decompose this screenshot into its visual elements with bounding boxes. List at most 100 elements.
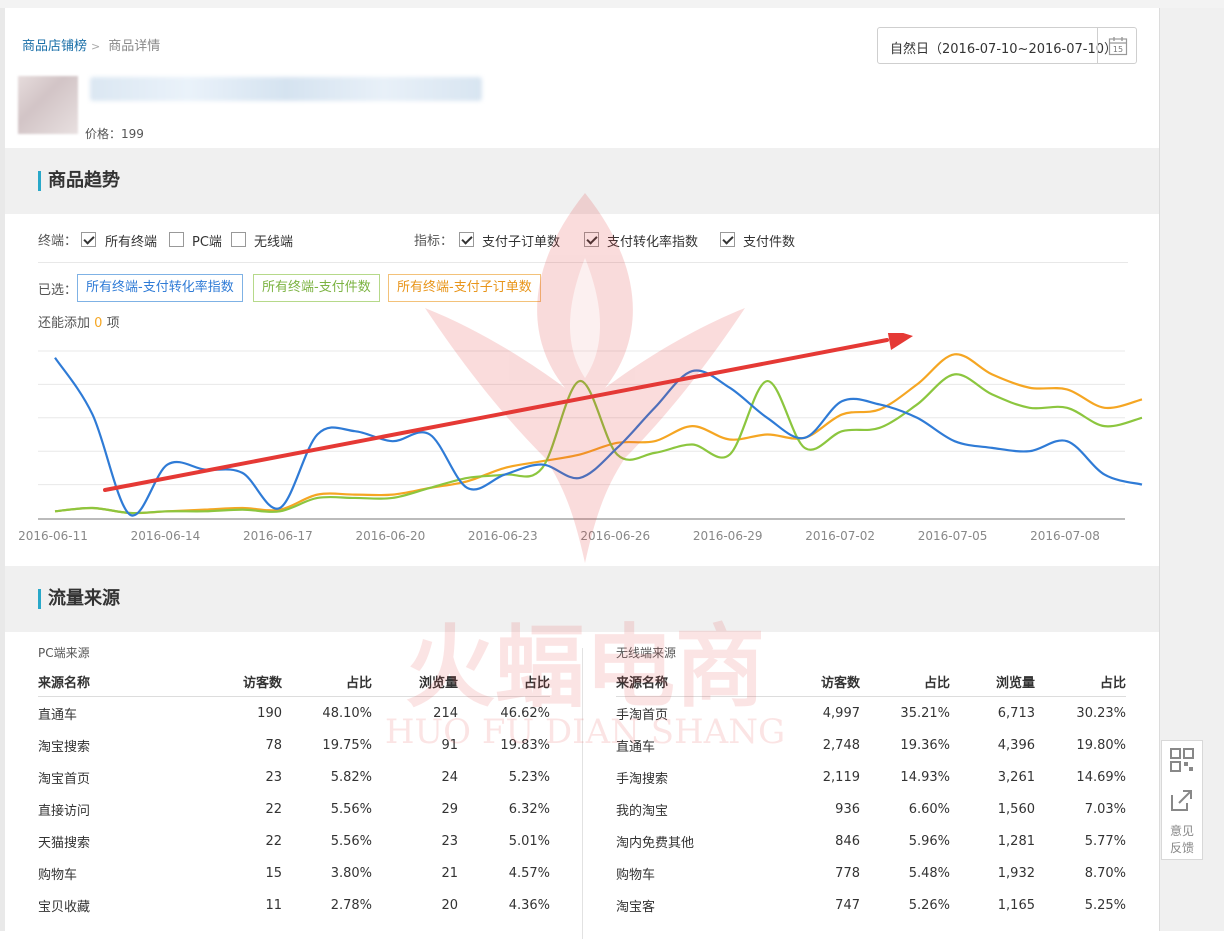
product-price: 价格：199 <box>85 127 144 141</box>
table-row[interactable]: 淘宝客 747 5.26% 1,165 5.25% <box>616 889 1126 921</box>
table-header-row: 来源名称 访客数 占比 浏览量 占比 <box>616 667 1126 697</box>
column-header[interactable]: 访客数 <box>158 667 282 697</box>
x-tick-label: 2016-06-29 <box>693 529 763 543</box>
calendar-button[interactable]: 15 <box>1097 28 1136 63</box>
table-cell: 6,713 <box>997 705 1035 721</box>
table-cell: 14.69% <box>1076 769 1126 785</box>
annotation-arrowhead-icon <box>887 333 913 350</box>
table-cell: 淘宝首页 <box>38 771 91 787</box>
selected-tag-suborders[interactable]: 所有终端-支付子订单数 <box>388 274 541 302</box>
share-icon[interactable] <box>1169 787 1195 813</box>
terminal-checkbox-wireless[interactable] <box>231 232 246 247</box>
date-range-picker[interactable]: 自然日（2016-07-10~2016-07-10） 15 <box>877 27 1137 64</box>
table-cell: 5.56% <box>330 801 372 817</box>
table-row[interactable]: 淘内免费其他 846 5.96% 1,281 5.77% <box>616 825 1126 857</box>
table-row[interactable]: 直接访问 22 5.56% 29 6.32% <box>38 793 550 825</box>
table-row[interactable]: 我的淘宝 936 6.60% 1,560 7.03% <box>616 793 1126 825</box>
table-cell: 19.83% <box>500 737 550 753</box>
page-content: 商品店铺榜 > 商品详情 自然日（2016-07-10~2016-07-10） 15… <box>5 8 1159 939</box>
product-title-blurred[interactable] <box>90 77 482 101</box>
feedback-button[interactable]: 意见反馈 <box>1167 823 1197 857</box>
table-cell: 4,997 <box>822 705 860 721</box>
selected-tag-items[interactable]: 所有终端-支付件数 <box>253 274 380 302</box>
table-row[interactable]: 直通车 190 48.10% 214 46.62% <box>38 697 550 730</box>
column-header[interactable]: 浏览量 <box>372 667 458 697</box>
table-cell: 214 <box>433 705 458 721</box>
table-cell: 5.23% <box>508 769 550 785</box>
pc-source-table: 来源名称 访客数 占比 浏览量 占比 直通车 190 48.10% 214 46.62%… <box>38 667 550 921</box>
column-header[interactable]: 占比 <box>458 667 550 697</box>
remaining-count: 0 <box>94 316 103 331</box>
table-cell: 29 <box>441 801 458 817</box>
table-cell: 4,396 <box>997 737 1035 753</box>
table-cell: 5.56% <box>330 833 372 849</box>
column-header[interactable]: 浏览量 <box>950 667 1035 697</box>
table-cell: 4.36% <box>508 897 550 913</box>
terminal-option-label: 无线端 <box>254 235 294 250</box>
table-cell: 19.75% <box>322 737 372 753</box>
mobile-source-label: 无线端来源 <box>616 646 677 660</box>
table-cell: 淘内免费其他 <box>616 835 695 851</box>
table-row[interactable]: 淘宝搜索 78 19.75% 91 19.83% <box>38 729 550 761</box>
table-cell: 91 <box>441 737 458 753</box>
table-cell: 1,165 <box>997 897 1035 913</box>
metric-checkbox-items[interactable] <box>720 232 735 247</box>
calendar-icon: 15 <box>1108 37 1128 56</box>
table-cell: 846 <box>835 833 860 849</box>
table-row[interactable]: 购物车 778 5.48% 1,932 8.70% <box>616 857 1126 889</box>
table-cell: 190 <box>257 705 282 721</box>
table-cell: 747 <box>835 897 860 913</box>
table-cell: 3.80% <box>330 865 372 881</box>
metric-option-label: 支付件数 <box>743 235 796 250</box>
breadcrumb-separator-icon: > <box>91 40 101 53</box>
table-cell: 6.32% <box>508 801 550 817</box>
table-cell: 5.25% <box>1084 897 1126 913</box>
table-cell: 天猫搜索 <box>38 835 91 851</box>
selected-tag-conversion[interactable]: 所有终端-支付转化率指数 <box>77 274 243 302</box>
table-cell: 15 <box>265 865 282 881</box>
table-row[interactable]: 手淘搜索 2,119 14.93% 3,261 14.69% <box>616 761 1126 793</box>
product-thumbnail[interactable] <box>18 76 78 134</box>
table-row[interactable]: 购物车 15 3.80% 21 4.57% <box>38 857 550 889</box>
column-header[interactable]: 来源名称 <box>616 667 736 697</box>
breadcrumb-root-link[interactable]: 商品店铺榜 <box>22 39 87 54</box>
table-cell: 22 <box>265 833 282 849</box>
table-cell: 5.26% <box>908 897 950 913</box>
column-header[interactable]: 占比 <box>282 667 372 697</box>
metric-checkbox-suborders[interactable] <box>459 232 474 247</box>
terminal-checkbox-pc[interactable] <box>169 232 184 247</box>
table-cell: 19.80% <box>1076 737 1126 753</box>
column-header[interactable]: 访客数 <box>736 667 860 697</box>
metric-checkbox-conversion[interactable] <box>584 232 599 247</box>
table-cell: 19.36% <box>900 737 950 753</box>
table-cell: 直接访问 <box>38 803 91 819</box>
table-cell: 78 <box>265 737 282 753</box>
column-header[interactable]: 占比 <box>860 667 950 697</box>
x-tick-label: 2016-06-26 <box>580 529 650 543</box>
table-row[interactable]: 天猫搜索 22 5.56% 23 5.01% <box>38 825 550 857</box>
column-header[interactable]: 来源名称 <box>38 667 158 697</box>
table-cell: 936 <box>835 801 860 817</box>
table-row[interactable]: 直通车 2,748 19.36% 4,396 19.80% <box>616 729 1126 761</box>
table-row[interactable]: 宝贝收藏 11 2.78% 20 4.36% <box>38 889 550 921</box>
x-tick-label: 2016-06-11 <box>18 529 88 543</box>
trend-line-chart[interactable]: 2016-06-11 2016-06-14 2016-06-17 2016-06-20… <box>5 333 1159 563</box>
table-cell: 4.57% <box>508 865 550 881</box>
table-cell: 我的淘宝 <box>616 803 669 819</box>
table-cell: 21 <box>441 865 458 881</box>
terminal-option-label: PC端 <box>192 235 222 250</box>
traffic-section-header: 流量来源 <box>5 566 1159 632</box>
terminal-checkbox-all[interactable] <box>81 232 96 247</box>
metric-option-label: 支付子订单数 <box>482 235 561 250</box>
table-cell: 8.70% <box>1084 865 1126 881</box>
table-row[interactable]: 手淘首页 4,997 35.21% 6,713 30.23% <box>616 697 1126 730</box>
mobile-source-table: 来源名称 访客数 占比 浏览量 占比 手淘首页 4,997 35.21% 6,713 3… <box>616 667 1126 921</box>
column-header[interactable]: 占比 <box>1035 667 1126 697</box>
series-line <box>54 353 1143 515</box>
remaining-suffix: 项 <box>106 316 120 331</box>
table-row[interactable]: 淘宝首页 23 5.82% 24 5.23% <box>38 761 550 793</box>
qrcode-icon[interactable] <box>1169 747 1195 773</box>
selected-label: 已选： <box>38 283 78 298</box>
table-cell: 手淘搜索 <box>616 771 669 787</box>
terminal-label: 终端： <box>38 234 78 249</box>
